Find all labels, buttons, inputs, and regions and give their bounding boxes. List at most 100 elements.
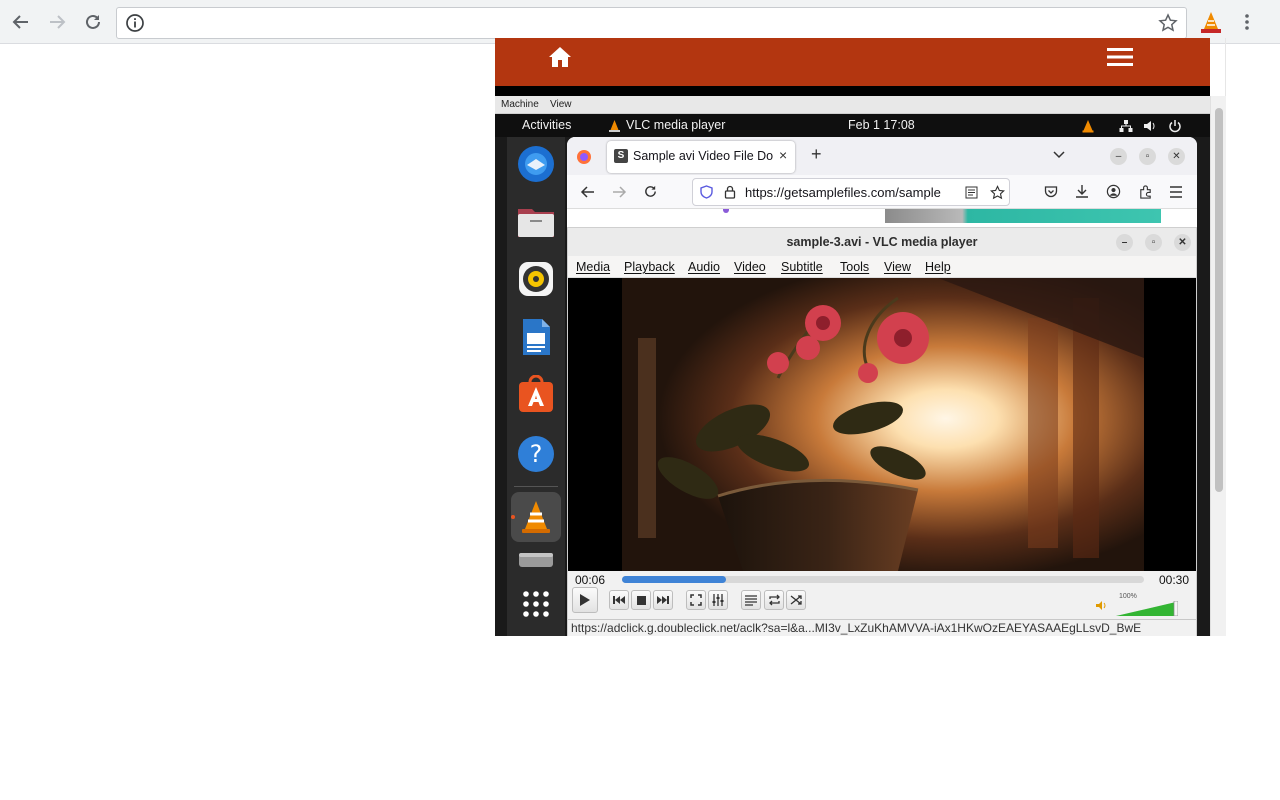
reload-button[interactable] xyxy=(80,9,106,35)
download-icon[interactable] xyxy=(1075,184,1089,199)
page-scrollbar-thumb[interactable] xyxy=(1215,108,1223,492)
star-icon[interactable] xyxy=(1158,13,1178,33)
running-indicator xyxy=(511,515,515,519)
fullscreen-icon xyxy=(690,594,702,606)
new-tab-button[interactable]: + xyxy=(811,144,822,165)
firefox-urlbar[interactable]: https://getsamplefiles.com/sample xyxy=(692,178,1010,206)
info-icon[interactable] xyxy=(125,13,145,33)
vlc-menu-playback[interactable]: Playback xyxy=(624,260,675,274)
arrow-right-icon xyxy=(50,15,66,29)
vlc-titlebar[interactable]: sample-3.avi - VLC media player – ▫ ✕ xyxy=(568,228,1196,256)
account-icon[interactable] xyxy=(1106,184,1121,199)
vlc-window: sample-3.avi - VLC media player – ▫ ✕ Me… xyxy=(567,227,1197,636)
skip-back-icon xyxy=(613,596,625,604)
hamburger-icon[interactable] xyxy=(1107,47,1133,67)
tab-close-icon[interactable]: × xyxy=(779,147,787,163)
files-icon[interactable] xyxy=(515,200,557,242)
video-area[interactable] xyxy=(568,278,1196,571)
vlc-app-icon xyxy=(609,120,620,132)
address-bar[interactable] xyxy=(116,7,1187,39)
network-icon[interactable] xyxy=(1119,119,1133,133)
shield-icon[interactable] xyxy=(700,185,713,199)
drive-icon[interactable] xyxy=(515,547,557,567)
ff-reload-icon[interactable] xyxy=(643,184,658,199)
vm-menu-machine[interactable]: Machine xyxy=(501,99,539,110)
reader-view-icon[interactable] xyxy=(965,186,978,199)
vm-screen: Activities VLC media player Feb 1 17:08 … xyxy=(495,114,1210,636)
pocket-icon[interactable] xyxy=(1044,185,1058,199)
extensions-icon[interactable] xyxy=(1138,184,1153,199)
vlc-menu-audio[interactable]: Audio xyxy=(688,260,720,274)
vm-menubar: Machine View xyxy=(495,96,1210,114)
vlc-maximize-button[interactable]: ▫ xyxy=(1145,234,1162,251)
chevron-down-icon[interactable] xyxy=(1053,151,1065,159)
lock-icon[interactable] xyxy=(724,185,736,199)
bookmark-star-icon[interactable] xyxy=(990,185,1005,200)
url-input[interactable] xyxy=(153,14,1133,34)
link-preview: https://adclick.g.doubleclick.net/aclk?s… xyxy=(571,621,1142,635)
fullscreen-button[interactable] xyxy=(686,590,706,610)
playlist-button[interactable] xyxy=(741,590,761,610)
total-time: 00:30 xyxy=(1159,573,1190,587)
site-header xyxy=(495,38,1210,86)
home-icon[interactable] xyxy=(547,44,573,70)
play-button[interactable] xyxy=(572,587,598,613)
forward-button[interactable] xyxy=(44,9,70,35)
vlc-menu-help[interactable]: Help xyxy=(925,260,951,274)
apps-grid-icon[interactable] xyxy=(515,583,557,625)
seek-bar-fill xyxy=(622,576,727,583)
vlc-minimize-button[interactable]: – xyxy=(1116,234,1133,251)
vlc-icon[interactable] xyxy=(511,492,561,542)
vlc-menu-view[interactable]: View xyxy=(884,260,911,274)
ff-close-button[interactable]: ✕ xyxy=(1168,148,1185,165)
ff-back-icon[interactable] xyxy=(580,185,595,199)
ff-minimize-button[interactable]: – xyxy=(1110,148,1127,165)
ff-url-text[interactable]: https://getsamplefiles.com/sample xyxy=(745,185,957,200)
app-center-icon[interactable] xyxy=(515,374,557,416)
extended-settings-button[interactable] xyxy=(708,590,728,610)
stop-button[interactable] xyxy=(631,590,651,610)
loop-button[interactable] xyxy=(764,590,784,610)
previous-button[interactable] xyxy=(609,590,629,610)
firefox-icon[interactable] xyxy=(576,149,592,165)
next-button[interactable] xyxy=(653,590,673,610)
vlc-menu-subtitle[interactable]: Subtitle xyxy=(781,260,823,274)
vlc-title: sample-3.avi - VLC media player xyxy=(786,235,978,249)
page-image-strip xyxy=(885,209,1161,223)
volume-slider[interactable] xyxy=(1116,600,1179,617)
seek-bar[interactable] xyxy=(622,576,1144,583)
rhythmbox-icon[interactable] xyxy=(515,258,557,300)
vm-menu-view[interactable]: View xyxy=(550,99,572,110)
ff-forward-icon[interactable] xyxy=(612,185,627,199)
vlc-menu-tools[interactable]: Tools xyxy=(840,260,869,274)
vlc-close-button[interactable]: ✕ xyxy=(1174,234,1191,251)
site-favicon: S xyxy=(614,149,628,163)
thunderbird-icon[interactable] xyxy=(515,143,557,185)
vlc-menu-video[interactable]: Video xyxy=(734,260,766,274)
firefox-page-content xyxy=(567,209,1197,227)
page-scrollbar[interactable] xyxy=(1210,96,1226,636)
clock[interactable]: Feb 1 17:08 xyxy=(848,118,915,132)
vlc-menu-media[interactable]: Media xyxy=(576,260,610,274)
back-button[interactable] xyxy=(8,9,34,35)
power-icon[interactable] xyxy=(1168,119,1182,133)
focused-app-name[interactable]: VLC media player xyxy=(626,118,725,132)
vlc-tray-icon[interactable] xyxy=(1081,119,1095,133)
writer-icon[interactable] xyxy=(515,316,557,358)
shuffle-button[interactable] xyxy=(786,590,806,610)
firefox-tab[interactable]: S Sample avi Video File Do × xyxy=(607,141,795,173)
elapsed-time: 00:06 xyxy=(575,573,606,587)
vlc-cone-icon xyxy=(1201,12,1221,33)
video-frame xyxy=(568,278,1196,571)
speaker-icon[interactable] xyxy=(1096,600,1108,611)
shuffle-icon xyxy=(790,595,802,605)
help-icon[interactable]: ? xyxy=(515,433,557,475)
firefox-window: S Sample avi Video File Do × + – ▫ ✕ htt… xyxy=(567,137,1197,227)
ff-maximize-button[interactable]: ▫ xyxy=(1139,148,1156,165)
gnome-top-panel: Activities VLC media player Feb 1 17:08 xyxy=(495,114,1210,137)
activities-button[interactable]: Activities xyxy=(522,118,571,132)
vlc-extension-button[interactable] xyxy=(1198,9,1224,35)
chrome-menu-button[interactable] xyxy=(1234,9,1260,35)
hamburger-menu-icon[interactable] xyxy=(1169,186,1183,198)
volume-icon[interactable] xyxy=(1143,119,1157,133)
